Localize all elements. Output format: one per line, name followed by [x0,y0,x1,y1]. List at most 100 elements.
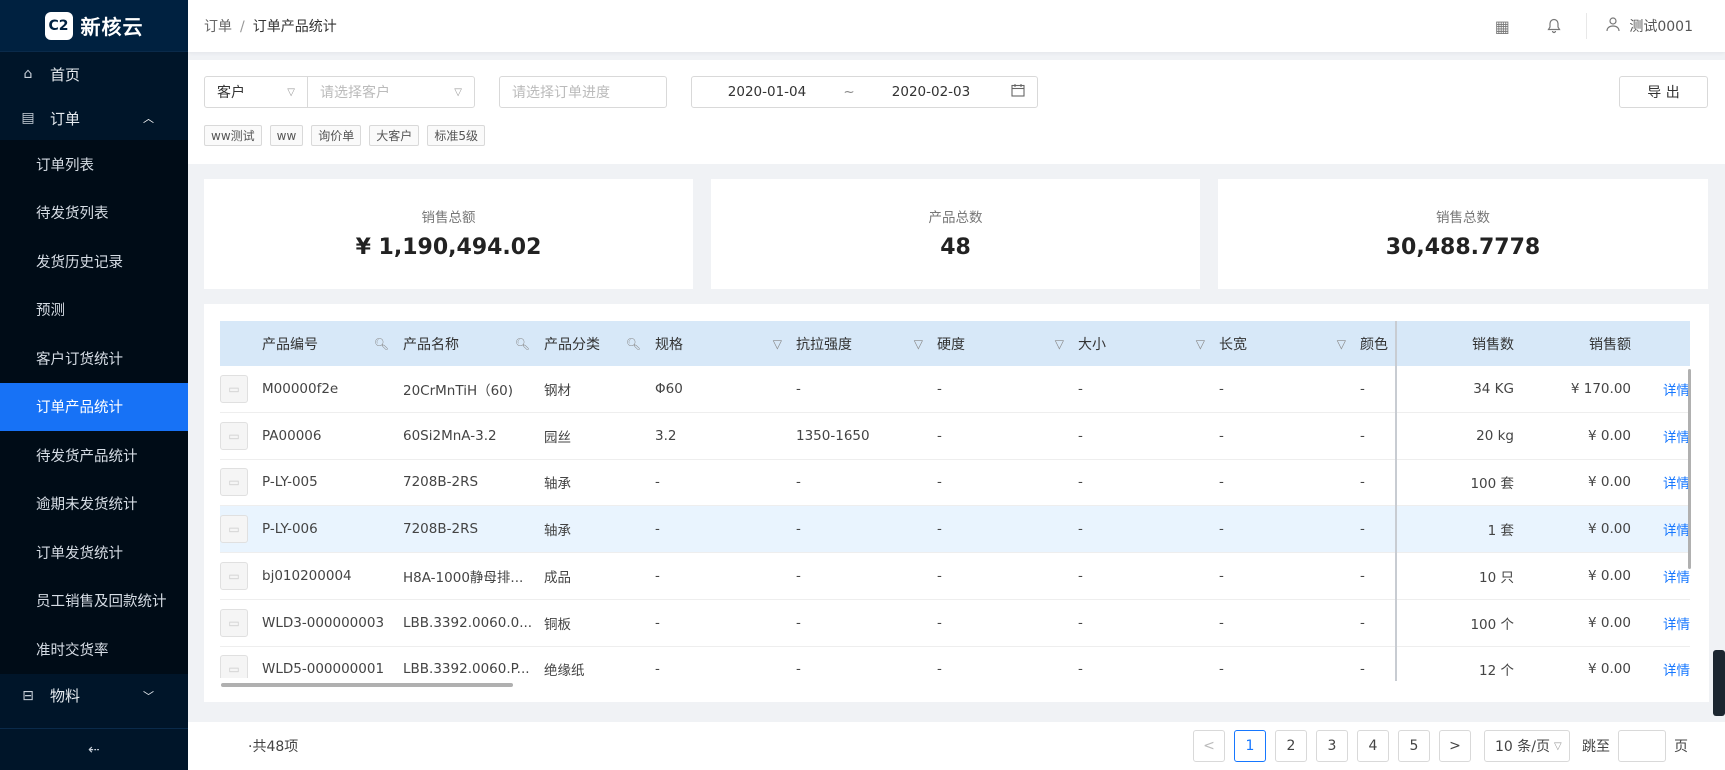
sidebar-item-order[interactable]: ▤ 订单 ︿ [0,96,188,140]
tag-item[interactable]: ww测试 [204,125,262,146]
customer-select[interactable]: 请选择客户 ▽ [308,77,474,107]
cell-lw: - [1219,567,1224,584]
pagination: ·共48项 < 1 2 3 4 5 > 10 条/页 ▽ 跳至 页 [188,722,1725,770]
cell-category: 园丝 [544,429,571,446]
box-icon: ⊟ [22,687,34,704]
search-icon[interactable]: 🔍︎ [374,337,389,351]
column-header-label: 产品名称 [403,336,459,353]
column-header-size[interactable]: 大小 ▽ [1078,321,1219,366]
column-header-hardness[interactable]: 硬度 ▽ [937,321,1078,366]
sidebar-item-home[interactable]: ⌂ 首页 [0,52,188,96]
bell-icon-svg [1547,18,1561,34]
date-start[interactable]: 2020-01-04 [692,84,842,100]
sidebar-item-material[interactable]: ⊟ 物料 ﹀ [0,674,188,718]
sidebar-item-overdue-stats[interactable]: 逾期未发货统计 [0,480,188,529]
bell-icon[interactable] [1528,0,1580,52]
column-header-lw[interactable]: 长宽 ▽ [1219,321,1360,366]
header-divider [1586,13,1588,39]
detail-link[interactable]: 详情 [1631,647,1690,678]
user-icon [1605,16,1621,36]
breadcrumb-item-order[interactable]: 订单 [204,19,232,35]
filter-icon[interactable]: ▽ [1337,337,1346,351]
cell-qty: 10 只 [1479,569,1514,586]
cell-spec: - [655,614,660,631]
search-icon[interactable]: 🔍︎ [515,337,530,351]
filter-icon[interactable]: ▽ [773,337,782,351]
column-header-color[interactable]: 颜色 [1360,321,1397,366]
logo[interactable]: C2 新核云 [0,0,188,52]
qrcode-icon[interactable]: ▦ [1476,0,1528,52]
next-page-button[interactable]: > [1439,730,1471,762]
page-size-value: 10 条/页 [1495,739,1550,755]
table-row[interactable]: ▭ M00000f2e 20CrMnTiH（60) 钢材 Φ60 - - - - - 34 KG ¥ … [220,366,1690,413]
sidebar-item-pending-product-stats[interactable]: 待发货产品统计 [0,431,188,480]
vertical-scrollbar[interactable] [1688,369,1691,569]
detail-link[interactable]: 详情 [1631,553,1690,599]
search-icon[interactable]: 🔍︎ [626,337,641,351]
table-row[interactable]: ▭ PA00006 60Si2MnA-3.2 园丝 3.2 1350-1650 - - - - 20… [220,413,1690,460]
table-row[interactable]: ▭ P-LY-006 7208B-2RS 轴承 - - - - - - 1 套 ¥ 0.00 详情 [220,506,1690,553]
sidebar-item-customer-order-stats[interactable]: 客户订货统计 [0,334,188,383]
cell-thumb: ▭ [220,413,262,459]
sidebar-item-order-list[interactable]: 订单列表 [0,140,188,189]
cell-color: - [1360,474,1365,491]
sidebar-item-forecast[interactable]: 预测 [0,286,188,335]
sidebar-item-pending-shipment[interactable]: 待发货列表 [0,189,188,238]
table-row[interactable]: ▭ WLD5-000000001 LBB.3392.0060.P... 绝缘纸 - - - -… [220,647,1690,678]
cell-tensile: - [796,567,801,584]
detail-link[interactable]: 详情 [1631,600,1690,646]
sales-total-label: 销售总额 [421,210,476,226]
cell-color: - [1360,614,1365,631]
tag-item[interactable]: 询价单 [311,125,362,146]
detail-link[interactable]: 详情 [1631,460,1690,506]
sidebar-item-shipment-history[interactable]: 发货历史记录 [0,237,188,286]
sidebar-item-on-time-rate[interactable]: 准时交货率 [0,625,188,674]
horizontal-scrollbar[interactable] [221,683,513,687]
tag-item[interactable]: ww [269,125,304,146]
date-end[interactable]: 2020-02-03 [856,84,1006,100]
filter-icon[interactable]: ▽ [914,337,923,351]
sidebar-item-label: 首页 [50,65,81,84]
detail-link[interactable]: 详情 [1631,506,1690,552]
table-row[interactable]: ▭ P-LY-005 7208B-2RS 轴承 - - - - - - 100 套 ¥ 0.00 详情 [220,460,1690,507]
sidebar-item-order-product-stats[interactable]: 订单产品统计 [0,382,188,431]
cell-qty: 100 套 [1470,476,1514,493]
product-count-card: 产品总数 48 [711,179,1200,289]
sidebar-item-order-shipment-stats[interactable]: 订单发货统计 [0,528,188,577]
page-button[interactable]: 3 [1316,730,1348,762]
order-progress-select[interactable]: 请选择订单进度 [499,76,667,108]
page-button[interactable]: 4 [1357,730,1389,762]
table-row[interactable]: ▭ WLD3-000000003 LBB.3392.0060.0... 铜板 - - - - -… [220,600,1690,647]
column-header-category[interactable]: 产品分类 🔍︎ [544,321,655,366]
sidebar-item-employee-sales-stats[interactable]: 员工销售及回款统计 [0,577,188,626]
collapse-sidebar-button[interactable]: ⇠ [0,728,188,770]
page-size-select[interactable]: 10 条/页 ▽ [1484,730,1570,762]
column-header-spec[interactable]: 规格 ▽ [655,321,796,366]
filter-icon[interactable]: ▽ [1196,337,1205,351]
page-button[interactable]: 1 [1234,730,1266,762]
cell-category: 绝缘纸 [544,663,585,678]
table-row[interactable]: ▭ bj010200004 H8A-1000静母排... 成品 - - - - - - 10 只 ¥ … [220,553,1690,600]
date-range-picker[interactable]: 2020-01-04 ~ 2020-02-03 [691,76,1038,108]
cell-lw: - [1219,661,1224,678]
cell-hardness: - [937,474,942,491]
detail-link[interactable]: 详情 [1631,366,1690,412]
tag-item[interactable]: 标准5级 [427,125,485,146]
column-header-name[interactable]: 产品名称 🔍︎ [403,321,544,366]
floating-widget[interactable] [1713,650,1725,716]
detail-link[interactable]: 详情 [1631,413,1690,459]
tag-item[interactable]: 大客户 [369,125,420,146]
jump-page-input[interactable] [1618,730,1666,762]
jump-label: 跳至 [1582,739,1610,755]
prev-page-button[interactable]: < [1193,730,1225,762]
column-header-code[interactable]: 产品编号 🔍︎ [262,321,403,366]
page-button[interactable]: 2 [1275,730,1307,762]
customer-type-select[interactable]: 客户 ▽ [205,77,308,107]
page-button[interactable]: 5 [1398,730,1430,762]
cell-lw: - [1219,474,1224,491]
export-button[interactable]: 导 出 [1619,76,1708,108]
column-header-tensile[interactable]: 抗拉强度 ▽ [796,321,937,366]
tag-list: ww测试 ww 询价单 大客户 标准5级 [204,125,485,146]
user-menu[interactable]: 测试0001 [1593,16,1725,36]
filter-icon[interactable]: ▽ [1055,337,1064,351]
